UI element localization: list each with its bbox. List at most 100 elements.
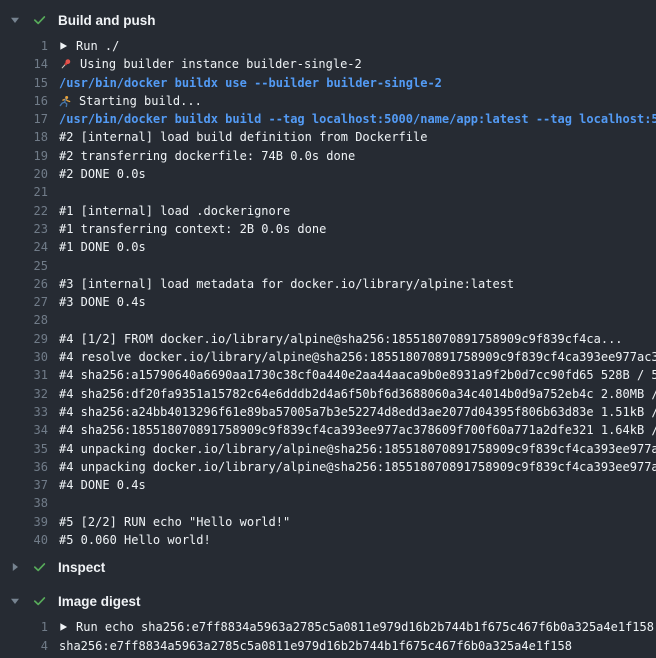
line-number[interactable]: 20: [0, 165, 48, 183]
section-header-image-digest[interactable]: Image digest: [0, 591, 656, 611]
log-line: 22#1 [internal] load .dockerignore: [0, 202, 656, 220]
log-text: Starting build...: [59, 92, 202, 110]
line-number[interactable]: 30: [0, 348, 48, 366]
section-title: Inspect: [58, 560, 105, 575]
line-number[interactable]: 1: [0, 37, 48, 55]
line-number[interactable]: 14: [0, 55, 48, 73]
section-title: Image digest: [58, 594, 141, 609]
chevron-right-icon[interactable]: [10, 562, 20, 572]
line-number[interactable]: 32: [0, 385, 48, 403]
log-text: #5 [2/2] RUN echo "Hello world!": [59, 513, 290, 531]
log-text: #4 unpacking docker.io/library/alpine@sh…: [59, 440, 656, 458]
line-number[interactable]: 25: [0, 257, 48, 275]
log-text: #4 sha256:df20fa9351a15782c64e6dddb2d4a6…: [59, 385, 656, 403]
log-line: 25: [0, 257, 656, 275]
log-line: 17/usr/bin/docker buildx build --tag loc…: [0, 110, 656, 128]
log-text: #4 sha256:185518070891758909c9f839cf4ca3…: [59, 421, 656, 439]
log-line: 15/usr/bin/docker buildx use --builder b…: [0, 74, 656, 92]
log-line: 37#4 DONE 0.4s: [0, 476, 656, 494]
line-number[interactable]: 26: [0, 275, 48, 293]
line-number[interactable]: 24: [0, 238, 48, 256]
log-command-text: /usr/bin/docker buildx use --builder bui…: [59, 74, 442, 92]
log-line: 29 #4 [1/2] FROM docker.io/library/alpine…: [0, 330, 656, 348]
log-line: 28: [0, 311, 656, 329]
line-number[interactable]: 35: [0, 440, 48, 458]
log-text: #4 resolve docker.io/library/alpine@sha2…: [59, 348, 656, 366]
line-number[interactable]: 29: [0, 330, 48, 348]
line-number[interactable]: 22: [0, 202, 48, 220]
line-number[interactable]: 21: [0, 183, 48, 201]
log-line: 4 sha256:e7ff8834a5963a2785c5a0811e979d16…: [0, 637, 656, 655]
log-text: #4 sha256:a24bb4013296f61e89ba57005a7b3e…: [59, 403, 656, 421]
log-line: 39 #5 [2/2] RUN echo "Hello world!": [0, 513, 656, 531]
log-text: #3 [internal] load metadata for docker.i…: [59, 275, 514, 293]
line-number[interactable]: 38: [0, 494, 48, 512]
log-text: #1 transferring context: 2B 0.0s done: [59, 220, 326, 238]
log-line: 18 #2 [internal] load build definition fr…: [0, 128, 656, 146]
pushpin-icon: [59, 58, 72, 71]
log-lines-build-and-push: 1 Run ./ 14 Using builder instance builder-…: [0, 37, 656, 549]
log-text: Run ./: [59, 37, 119, 55]
log-line: 19 #2 transferring dockerfile: 74B 0.0s d…: [0, 147, 656, 165]
log-line: 1 Run echo sha256:e7ff8834a5963a2785c5a08…: [0, 618, 656, 636]
section-header-build-and-push[interactable]: Build and push: [0, 10, 656, 30]
log-line: 40 #5 0.060 Hello world!: [0, 531, 656, 549]
chevron-down-icon[interactable]: [10, 596, 20, 606]
line-number[interactable]: 18: [0, 128, 48, 146]
log-line: 36 #4 unpacking docker.io/library/alpine@…: [0, 458, 656, 476]
log-text: #4 sha256:a15790640a6690aa1730c38cf0a440…: [59, 366, 656, 384]
workflow-log-viewer: Build and push 1Run ./14Using builder in…: [0, 0, 656, 658]
line-number[interactable]: 37: [0, 476, 48, 494]
log-line: 14 Using builder instance builder-single-…: [0, 55, 656, 73]
check-icon: [32, 13, 47, 28]
section-title: Build and push: [58, 13, 156, 28]
log-line: 33 #4 sha256:a24bb4013296f61e89ba57005a7b…: [0, 403, 656, 421]
log-line: 30 #4 resolve docker.io/library/alpine@sh…: [0, 348, 656, 366]
log-text: #1 DONE 0.0s: [59, 238, 146, 256]
log-line: 1 Run ./: [0, 37, 656, 55]
log-line: 26 #3 [internal] load metadata for docker…: [0, 275, 656, 293]
log-line: 23 #1 transferring context: 2B 0.0s done: [0, 220, 656, 238]
line-number[interactable]: 15: [0, 74, 48, 92]
line-number[interactable]: 17: [0, 110, 48, 128]
check-icon: [32, 594, 47, 609]
log-line: 24 #1 DONE 0.0s: [0, 238, 656, 256]
line-number[interactable]: 40: [0, 531, 48, 549]
log-text: #2 [internal] load build definition from…: [59, 128, 427, 146]
line-number[interactable]: 16: [0, 92, 48, 110]
log-line: 35 #4 unpacking docker.io/library/alpine@…: [0, 440, 656, 458]
log-line: 20 #2 DONE 0.0s: [0, 165, 656, 183]
line-number[interactable]: 33: [0, 403, 48, 421]
line-number[interactable]: 19: [0, 147, 48, 165]
log-text: #2 DONE 0.0s: [59, 165, 146, 183]
check-icon: [32, 560, 47, 575]
line-number[interactable]: 28: [0, 311, 48, 329]
log-line: 31 #4 sha256:a15790640a6690aa1730c38cf0a4…: [0, 366, 656, 384]
log-text: #2 transferring dockerfile: 74B 0.0s don…: [59, 147, 355, 165]
line-number[interactable]: 31: [0, 366, 48, 384]
log-text: sha256:e7ff8834a5963a2785c5a0811e979d16b…: [59, 637, 572, 655]
log-line: 32 #4 sha256:df20fa9351a15782c64e6dddb2d4…: [0, 385, 656, 403]
line-number[interactable]: 36: [0, 458, 48, 476]
log-lines-image-digest: 1 Run echo sha256:e7ff8834a5963a2785c5a08…: [0, 618, 656, 655]
log-text: #4 [1/2] FROM docker.io/library/alpine@s…: [59, 330, 623, 348]
log-text: Using builder instance builder-single-2: [59, 55, 362, 73]
log-text: #5 0.060 Hello world!: [59, 531, 211, 549]
play-icon[interactable]: [59, 41, 68, 51]
line-number[interactable]: 23: [0, 220, 48, 238]
line-number[interactable]: 27: [0, 293, 48, 311]
log-command-text: /usr/bin/docker buildx build --tag local…: [59, 110, 656, 128]
line-number[interactable]: 39: [0, 513, 48, 531]
runner-icon: [59, 95, 71, 108]
line-number[interactable]: 1: [0, 618, 48, 636]
log-text: #4 unpacking docker.io/library/alpine@sh…: [59, 458, 656, 476]
log-line: 27 #3 DONE 0.4s: [0, 293, 656, 311]
line-number[interactable]: 34: [0, 421, 48, 439]
log-text: #3 DONE 0.4s: [59, 293, 146, 311]
play-icon[interactable]: [59, 622, 68, 632]
log-text: Run echo sha256:e7ff8834a5963a2785c5a081…: [59, 618, 654, 636]
line-number[interactable]: 4: [0, 637, 48, 655]
chevron-down-icon[interactable]: [10, 15, 20, 25]
log-line: 38: [0, 494, 656, 512]
section-header-inspect[interactable]: Inspect: [0, 557, 656, 577]
